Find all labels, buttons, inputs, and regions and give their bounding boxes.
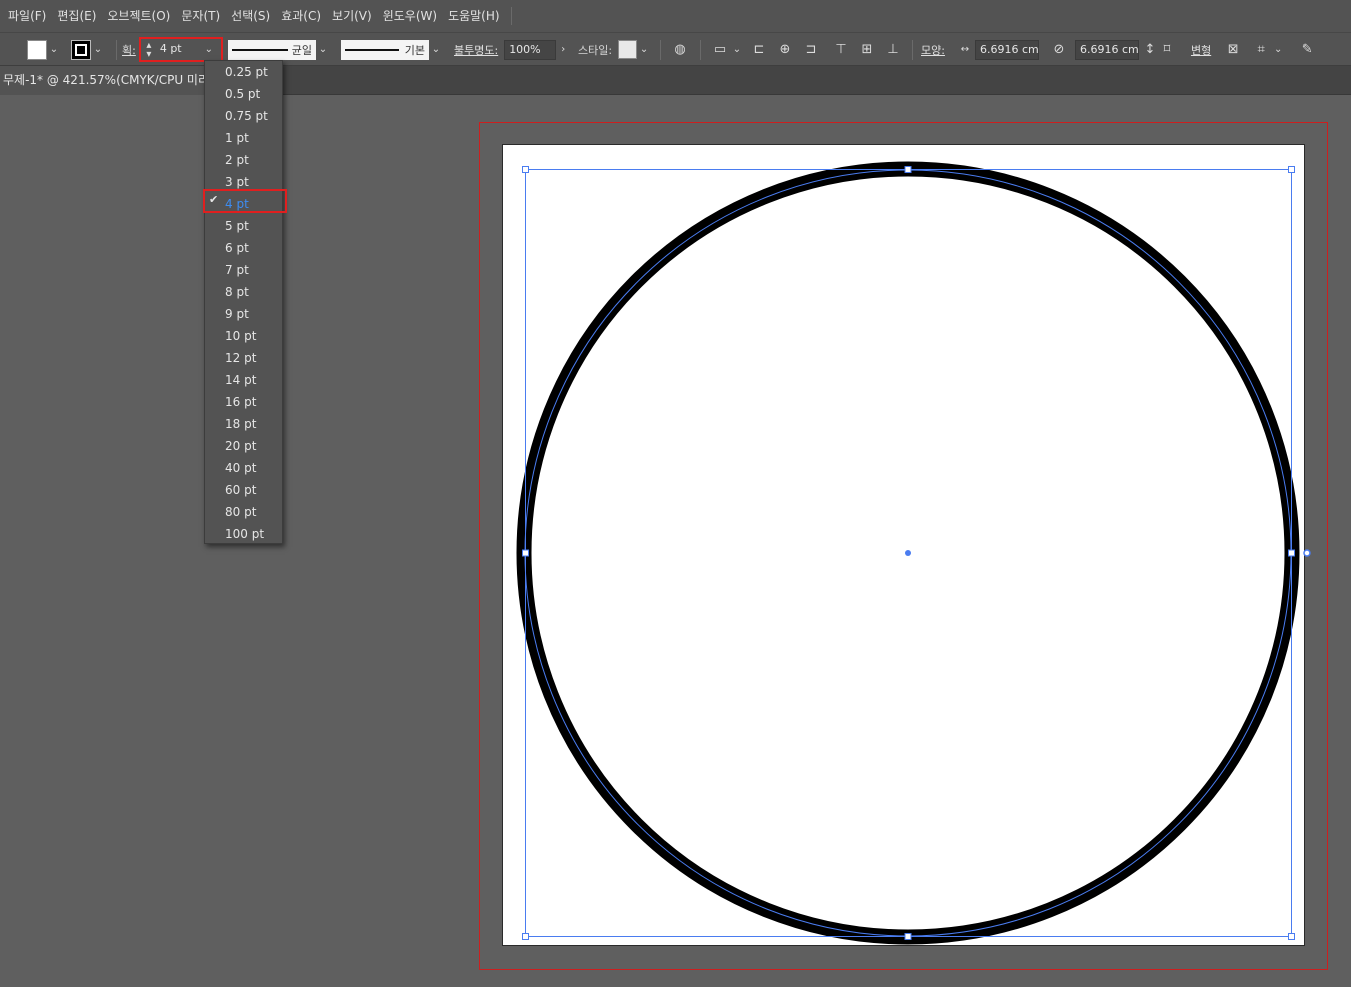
align-right-icon[interactable]: ⊐ [801, 40, 821, 60]
stroke-option[interactable]: 0.25 pt [205, 61, 282, 83]
transform-label[interactable]: 변형 [1191, 42, 1211, 58]
style-swatch[interactable] [618, 40, 638, 59]
stroke-option[interactable]: 18 pt [205, 413, 282, 435]
width-icon: ↔ [960, 44, 970, 55]
toolbar-divider [660, 40, 661, 60]
stroke-option[interactable]: 1 pt [205, 127, 282, 149]
isolate-icon[interactable]: ⊠ [1223, 40, 1243, 60]
document-tab[interactable]: 무제-1* @ 421.57%(CMYK/CPU 미리 보기) [0, 66, 210, 95]
stroke-option[interactable]: 2 pt [205, 149, 282, 171]
menu-edit[interactable]: 편집(E) [53, 0, 100, 33]
profile-label: 균일 [291, 43, 312, 57]
menu-window[interactable]: 윈도우(W) [379, 0, 441, 33]
stroke-label: 획: [122, 43, 136, 57]
stroke-color-control: ⌄ [71, 33, 105, 66]
toolbar-divider [700, 40, 701, 60]
artboard[interactable] [502, 144, 1305, 946]
opacity-control: 불투명도: 100% › [454, 33, 570, 66]
menu-divider [510, 7, 512, 25]
recolor-artwork-icon[interactable]: ◍ [670, 40, 690, 60]
stroke-option[interactable]: 12 pt [205, 347, 282, 369]
opacity-arrow-icon[interactable]: › [556, 40, 570, 60]
menu-file[interactable]: 파일(F) [4, 0, 50, 33]
menu-select[interactable]: 선택(S) [227, 0, 274, 33]
stroke-option[interactable]: 14 pt [205, 369, 282, 391]
stroke-color-swatch[interactable] [71, 39, 91, 60]
shape-options-dropdown-arrow-icon[interactable]: ⌄ [1271, 40, 1285, 60]
align-left-icon[interactable]: ⊏ [749, 40, 769, 60]
stroke-option[interactable]: 80 pt [205, 501, 282, 523]
stroke-option[interactable]: 6 pt [205, 237, 282, 259]
bounding-box-icon[interactable]: ⌑ [1157, 40, 1177, 60]
style-label: 스타일: [578, 43, 613, 57]
align-bottom-icon[interactable]: ⊥ [883, 40, 903, 60]
brush-dropdown-arrow-icon[interactable]: ⌄ [429, 40, 443, 60]
stroke-option[interactable]: 16 pt [205, 391, 282, 413]
align-hcenter-icon[interactable]: ⊕ [775, 40, 795, 60]
style-control: 스타일: ⌄ [578, 33, 651, 66]
menu-help[interactable]: 도움말(H) [444, 0, 504, 33]
menu-bar: 파일(F) 편집(E) 오브젝트(O) 문자(T) 선택(S) 효과(C) 보기… [0, 0, 1351, 33]
opacity-input[interactable]: 100% [504, 39, 557, 60]
align-to-control: ▭ ⌄ [710, 33, 744, 66]
shape-control: 모양: ↔ 6.6916 cm ⊘ 6.6916 cm ↕ ⌑ 변형 ⊠ ⌗ ⌄… [921, 33, 1317, 66]
align-to-dropdown-arrow-icon[interactable]: ⌄ [730, 40, 744, 60]
style-dropdown-arrow-icon[interactable]: ⌄ [637, 40, 651, 60]
selected-option-highlight [203, 189, 287, 213]
fill-dropdown-arrow-icon[interactable]: ⌄ [47, 40, 61, 60]
menu-type[interactable]: 문자(T) [177, 0, 224, 33]
stroke-color-dropdown-arrow-icon[interactable]: ⌄ [91, 40, 105, 60]
align-to-icon[interactable]: ▭ [710, 40, 730, 60]
stroke-option[interactable]: 0.75 pt [205, 105, 282, 127]
opacity-label[interactable]: 불투명도: [454, 42, 498, 58]
stroke-option[interactable]: 40 pt [205, 457, 282, 479]
align-buttons: ⊏ ⊕ ⊐ ⊤ ⊞ ⊥ [749, 33, 903, 66]
toolbar-divider [912, 40, 913, 60]
panel-menu-icon[interactable]: ✎ [1297, 40, 1317, 60]
menu-view[interactable]: 보기(V) [328, 0, 376, 33]
constrain-proportions-icon[interactable]: ⊘ [1049, 40, 1069, 60]
stroke-option[interactable]: 20 pt [205, 435, 282, 457]
stroke-weight-dropdown: 0.25 pt 0.5 pt 0.75 pt 1 pt 2 pt 3 pt 4 … [204, 60, 283, 544]
stroke-option[interactable]: 5 pt [205, 215, 282, 237]
stroke-option[interactable]: 100 pt [205, 523, 282, 545]
shape-label[interactable]: 모양: [921, 42, 945, 58]
align-vcenter-icon[interactable]: ⊞ [857, 40, 877, 60]
height-icon: ↕ [1144, 42, 1156, 57]
shape-options-icon[interactable]: ⌗ [1251, 40, 1271, 60]
width-input[interactable]: 6.6916 cm [974, 39, 1039, 60]
stroke-weight-highlight [139, 37, 223, 62]
stroke-option[interactable]: 9 pt [205, 303, 282, 325]
height-input[interactable]: 6.6916 cm [1074, 39, 1139, 60]
toolbar-divider [116, 40, 117, 60]
menu-effect[interactable]: 효과(C) [277, 0, 325, 33]
fill-swatch[interactable] [27, 39, 47, 60]
stroke-option[interactable]: 60 pt [205, 479, 282, 501]
brush-preview: 기본 [341, 39, 429, 60]
menu-object[interactable]: 오브젝트(O) [103, 0, 174, 33]
brush-label: 기본 [404, 43, 425, 57]
profile-preview: 균일 [228, 39, 316, 60]
brush-line [345, 48, 399, 51]
profile-dropdown-arrow-icon[interactable]: ⌄ [316, 40, 330, 60]
stroke-option[interactable]: 7 pt [205, 259, 282, 281]
stroke-option[interactable]: 10 pt [205, 325, 282, 347]
document-tab-bar: 무제-1* @ 421.57%(CMYK/CPU 미리 보기) [0, 66, 1351, 95]
stroke-option[interactable]: 0.5 pt [205, 83, 282, 105]
brush-definition[interactable]: 기본 ⌄ [341, 33, 443, 66]
stroke-option[interactable]: 8 pt [205, 281, 282, 303]
align-top-icon[interactable]: ⊤ [831, 40, 851, 60]
recolor-control: ◍ [670, 33, 690, 66]
profile-line [232, 48, 288, 51]
fill-control: ⌄ [27, 33, 61, 66]
